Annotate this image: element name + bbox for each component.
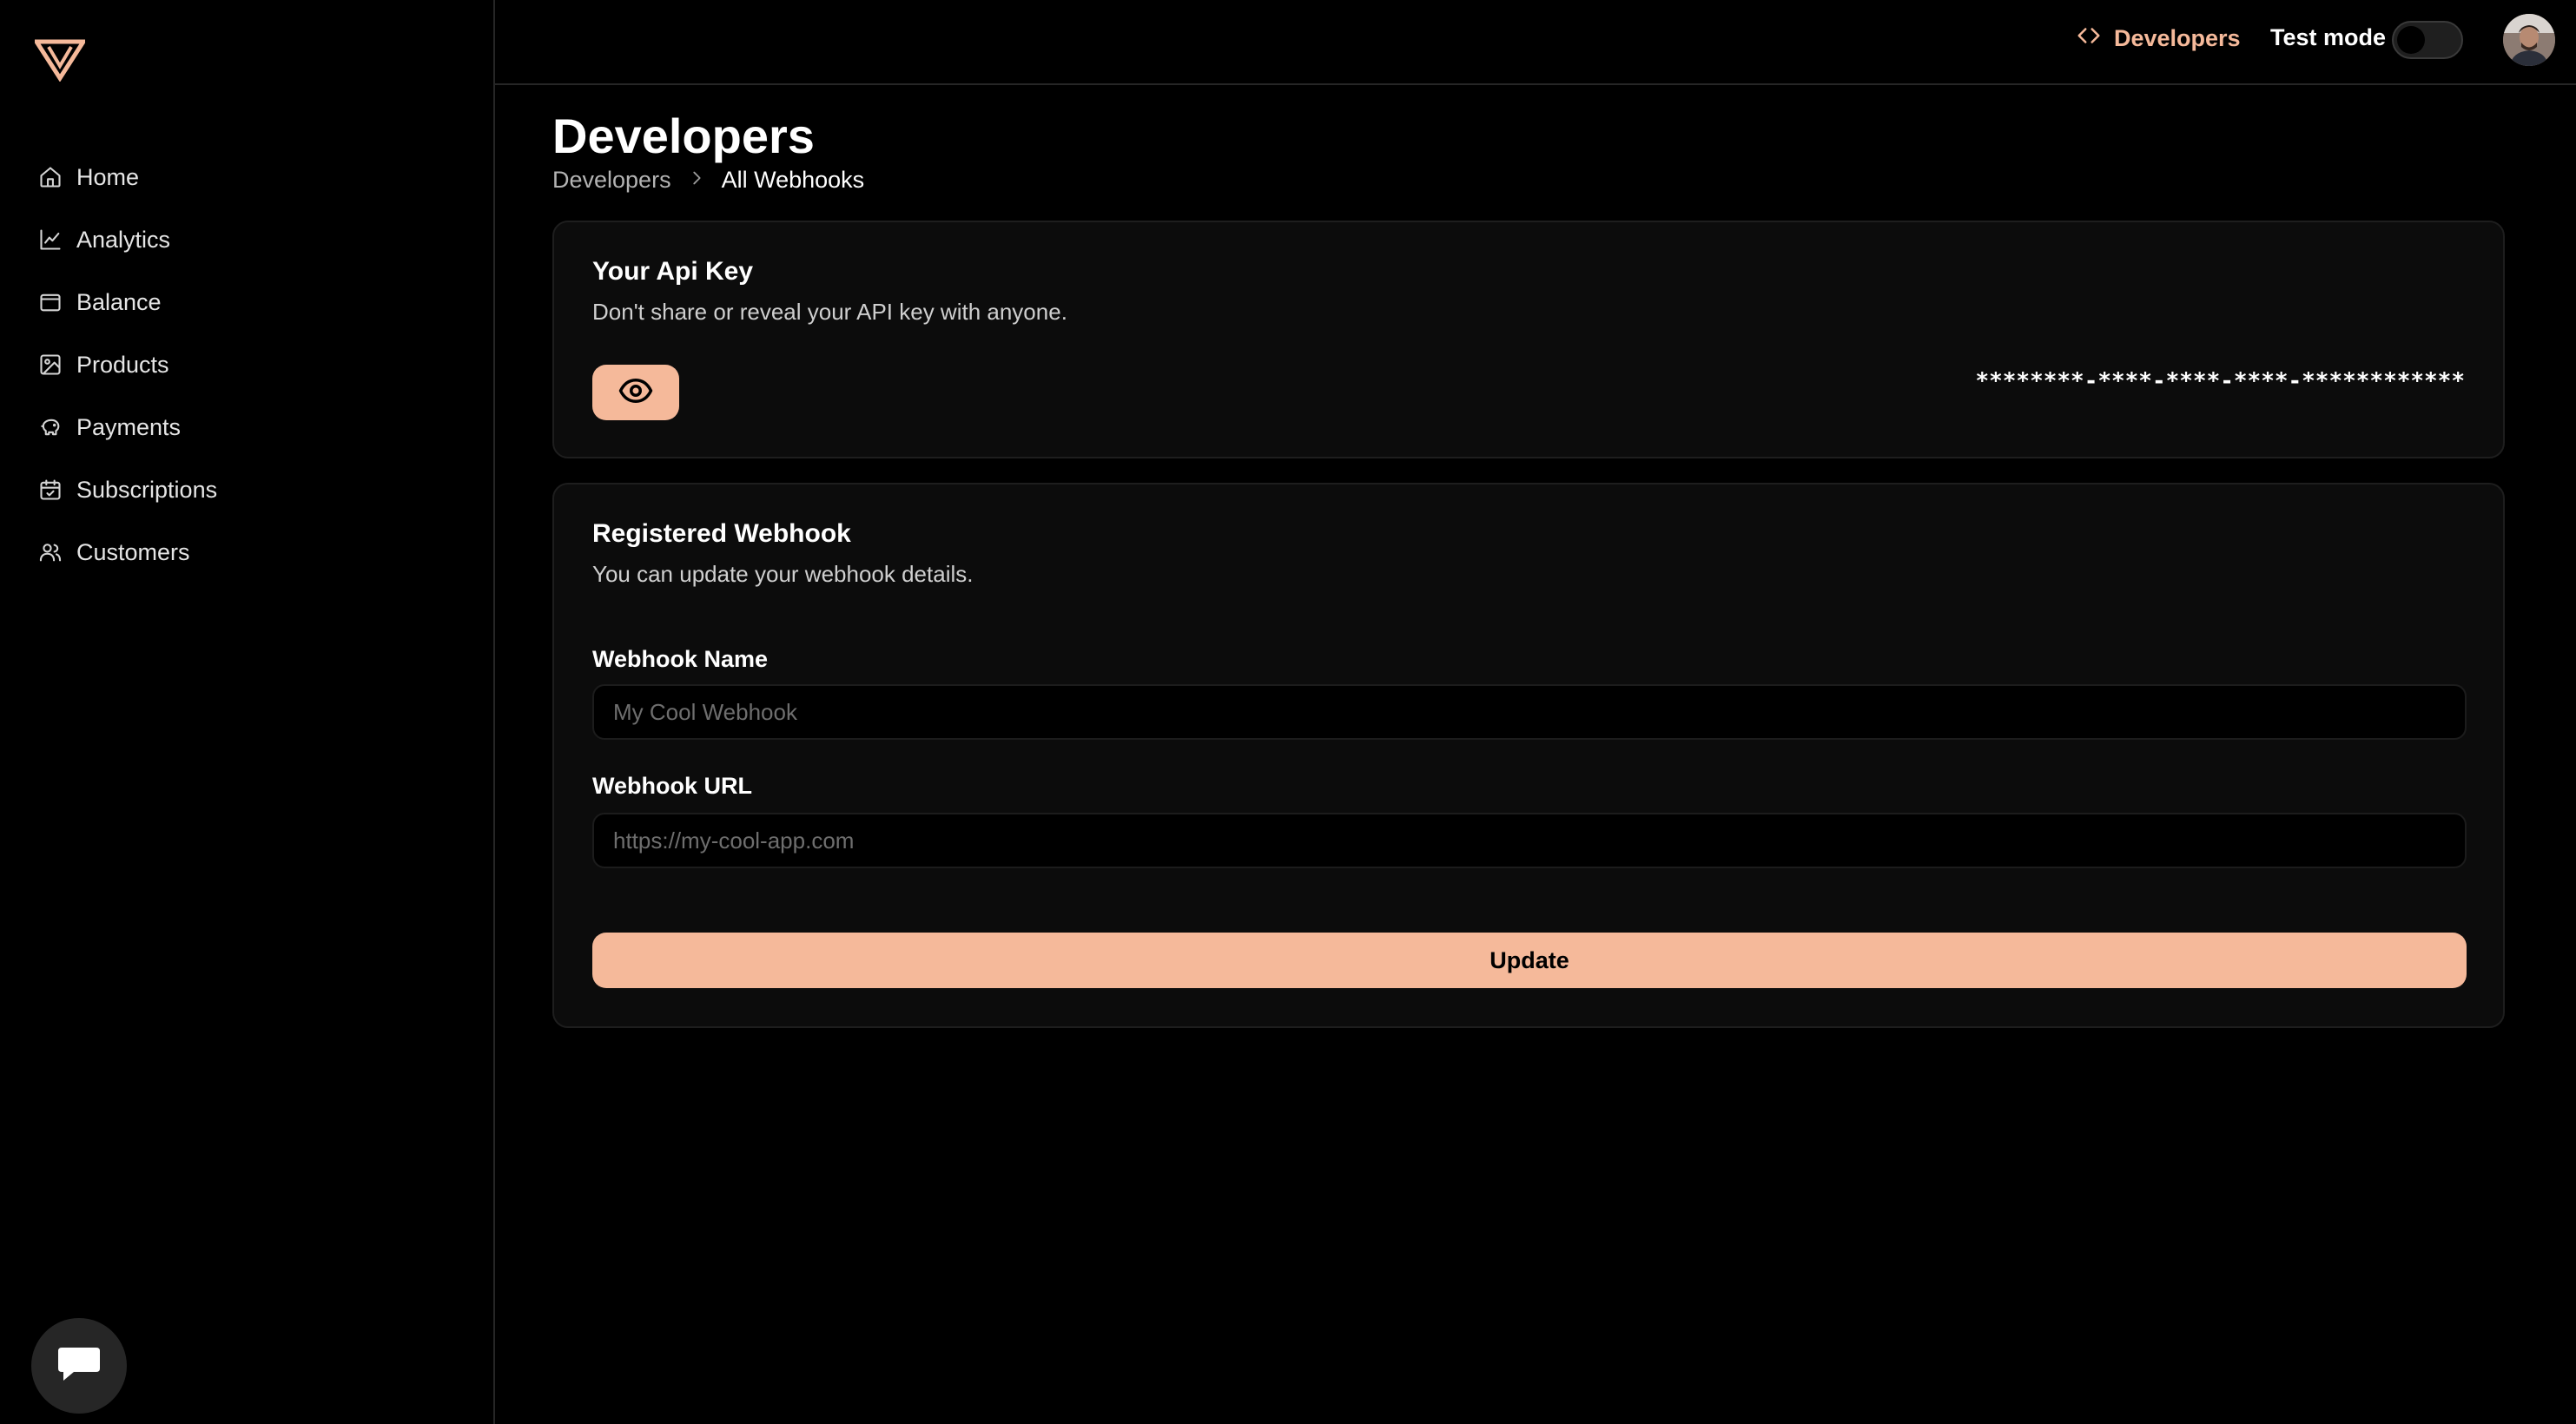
sidebar-item-label: Balance: [76, 288, 162, 315]
top-bar: Developers Test mode: [495, 0, 2576, 85]
webhook-url-input[interactable]: [592, 813, 2467, 868]
users-icon: [38, 540, 63, 564]
sidebar-item-label: Customers: [76, 538, 190, 565]
webhook-subtitle: You can update your webhook details.: [592, 561, 974, 587]
sidebar-item-analytics[interactable]: Analytics: [0, 208, 493, 271]
sidebar-item-label: Analytics: [76, 226, 171, 253]
chevron-right-icon: [687, 167, 706, 194]
api-key-subtitle: Don't share or reveal your API key with …: [592, 299, 1067, 325]
sidebar-item-label: Home: [76, 163, 140, 190]
webhook-name-input[interactable]: [592, 684, 2467, 740]
webhook-url-label: Webhook URL: [592, 773, 752, 799]
webhook-title: Registered Webhook: [592, 519, 851, 548]
toggle-knob: [2397, 26, 2425, 54]
wallet-icon: [38, 290, 63, 314]
api-key-title: Your Api Key: [592, 257, 754, 286]
developers-link-label: Developers: [2114, 25, 2241, 51]
chart-line-icon: [38, 227, 63, 252]
page-title: Developers: [552, 109, 815, 163]
sidebar-item-home[interactable]: Home: [0, 146, 493, 208]
home-icon: [38, 165, 63, 189]
test-mode-toggle[interactable]: [2392, 21, 2463, 59]
sidebar-nav: Home Analytics Balance Products Payments: [0, 146, 493, 583]
calendar-check-icon: [38, 478, 63, 502]
breadcrumb-item-developers[interactable]: Developers: [552, 167, 671, 194]
masked-api-key: ********-****-****-****-************: [1975, 368, 2465, 394]
sidebar-item-subscriptions[interactable]: Subscriptions: [0, 458, 493, 521]
update-button[interactable]: Update: [592, 933, 2467, 988]
chat-bubble-icon: [55, 1342, 103, 1390]
webhook-name-label: Webhook Name: [592, 646, 769, 672]
chat-button[interactable]: [31, 1318, 127, 1414]
reveal-key-button[interactable]: [592, 365, 679, 420]
sidebar-item-label: Payments: [76, 413, 182, 440]
api-key-card: Your Api Key Don't share or reveal your …: [552, 221, 2505, 458]
test-mode-label: Test mode: [2270, 24, 2387, 50]
brand-logo[interactable]: [32, 38, 88, 82]
sidebar-item-payments[interactable]: Payments: [0, 396, 493, 458]
sidebar-item-products[interactable]: Products: [0, 333, 493, 396]
sidebar-item-customers[interactable]: Customers: [0, 521, 493, 583]
sidebar-item-label: Subscriptions: [76, 476, 218, 503]
developers-link[interactable]: Developers: [2076, 23, 2241, 55]
code-icon: [2076, 23, 2102, 55]
sidebar-item-balance[interactable]: Balance: [0, 271, 493, 333]
webhook-card: Registered Webhook You can update your w…: [552, 483, 2505, 1028]
piggy-bank-icon: [38, 415, 63, 439]
avatar[interactable]: [2503, 14, 2555, 66]
eye-icon: [618, 372, 654, 413]
image-icon: [38, 353, 63, 377]
sidebar-item-label: Products: [76, 351, 169, 378]
breadcrumb-item-all-webhooks[interactable]: All Webhooks: [722, 167, 865, 194]
sidebar: Home Analytics Balance Products Payments: [0, 0, 495, 1424]
breadcrumb: Developers All Webhooks: [552, 167, 864, 194]
